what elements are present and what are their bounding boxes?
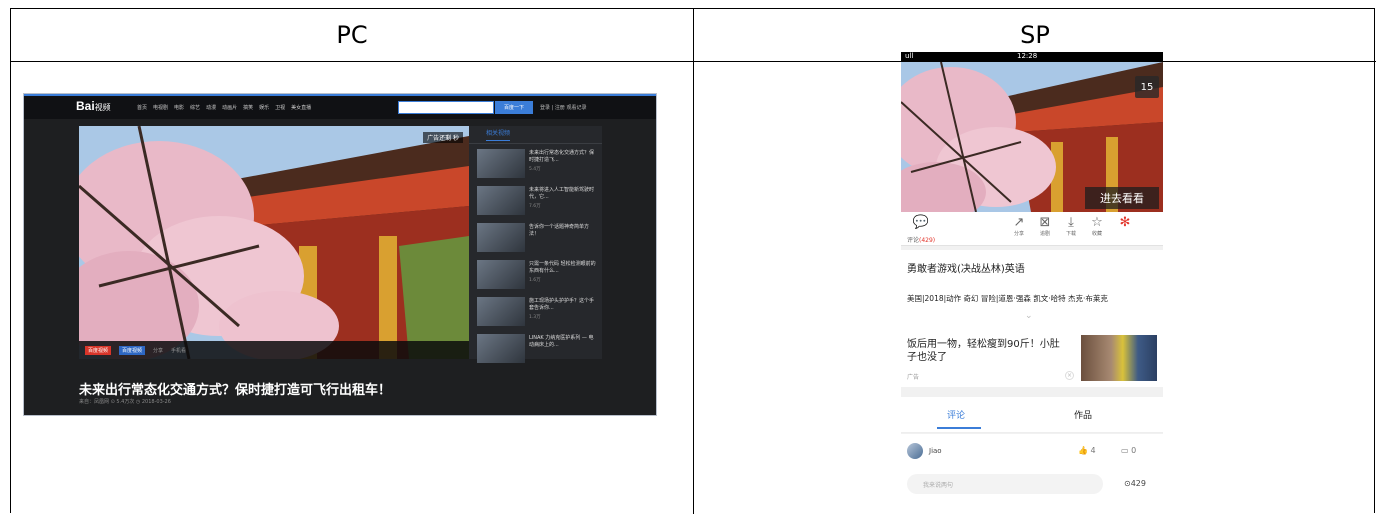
status-time: 12:28 — [1017, 52, 1038, 60]
search-input[interactable] — [398, 101, 494, 114]
download-action[interactable]: ⤓ 下载 — [1057, 215, 1085, 237]
related-item[interactable]: 未来出行常态化交通方式？保时捷打造飞... 5.4万 — [469, 146, 602, 181]
show-title: 勇敢者游戏(决战丛林)英语 — [907, 264, 1025, 275]
reply-button[interactable]: ▭ 0 — [1121, 446, 1136, 455]
tab-related[interactable]: 相关视频 — [486, 128, 511, 141]
related-title: 只需一条代码 轻松检测眼前的东西有什么... — [529, 261, 596, 274]
star-icon: ☆ — [1091, 215, 1103, 230]
nav-item[interactable]: 动漫 — [206, 104, 216, 111]
related-title: LINAK 力纳克医护系列 — 电动病床上的... — [529, 335, 594, 348]
comment-input[interactable]: 我来说两句 — [907, 474, 1103, 494]
channel-badge-2[interactable]: 百度视频 — [119, 345, 146, 355]
baidu-logo[interactable]: Bai视频 — [76, 99, 111, 113]
nav-item[interactable]: 综艺 — [190, 104, 200, 111]
nav-item[interactable]: 首页 — [137, 104, 147, 111]
video-player[interactable]: 广告还剩 秒 百度视频 百度视频 分享 手机看 — [79, 126, 469, 359]
user-links[interactable]: 登录 | 注册 观看记录 — [540, 104, 586, 111]
share-action[interactable]: ↗ 分享 — [1005, 215, 1033, 237]
video-thumbnail — [477, 297, 525, 326]
comment-username[interactable]: Jiao — [929, 447, 942, 455]
video-thumbnail — [477, 334, 525, 363]
player-controls: 百度视频 百度视频 分享 手机看 — [79, 341, 469, 359]
comment-action[interactable]: 💬 — [907, 215, 935, 230]
nav-item[interactable]: 搞笑 — [243, 104, 253, 111]
nav-item[interactable]: 卫视 — [275, 104, 285, 111]
nav-item[interactable]: 动画片 — [222, 104, 237, 111]
header-pc: PC — [336, 21, 368, 49]
pinwheel-action[interactable]: ✻ — [1111, 215, 1139, 230]
pc-nav: 首页 电视剧 电影 综艺 动漫 动画片 搞笑 娱乐 卫视 美女直播 — [137, 104, 311, 111]
related-title: 未来出行常态化交通方式？保时捷打造飞... — [529, 150, 595, 163]
tab-comments[interactable]: 评论 — [947, 408, 965, 421]
video-thumbnail — [477, 260, 525, 289]
related-title: 施工现场护头护护手？这个手套告诉你... — [529, 298, 595, 311]
related-meta: 1.3万 — [529, 315, 541, 320]
video-thumbnail — [477, 186, 525, 215]
show-meta: 美国|2018|动作 奇幻 冒险|道恩·强森 凯文·哈特 杰克·布莱克 — [907, 294, 1108, 303]
reply-icon: ▭ — [1121, 446, 1129, 455]
follow-icon: ⊠ — [1039, 215, 1051, 230]
ad-card[interactable]: 饭后用一物，轻松瘦到90斤！小肚子也没了 广告 × — [901, 329, 1163, 387]
enter-button[interactable]: 进去看看 — [1085, 187, 1159, 209]
sp-video-player[interactable]: 15 进去看看 — [901, 62, 1163, 212]
related-meta: 5.4万 — [529, 167, 541, 172]
comment-section: Jiao 👍 4 ▭ 0 我来说两句 ⊙429 — [901, 434, 1163, 505]
favorite-action[interactable]: ☆ 收藏 — [1083, 215, 1111, 237]
thumbs-up-icon: 👍 — [1078, 446, 1088, 455]
video-meta: 来自：凤凰网 ⊙ 5.4万次 ◷ 2018-03-26 — [79, 399, 171, 405]
video-thumbnail — [477, 223, 525, 252]
ad-countdown: 15 — [1135, 76, 1159, 98]
channel-badge[interactable]: 百度视频 — [85, 345, 112, 355]
sp-screenshot: ull 12:28 15 进去看看 💬 评论(429) ↗ 分享 ⊠ 追剧 ⤓ … — [901, 52, 1163, 505]
related-title: 告诉你一个话题神奇简单方法！ — [529, 224, 590, 237]
tab-bar: 评论 作品 — [901, 397, 1163, 433]
chevron-down-icon[interactable]: ⌄ — [1025, 311, 1033, 321]
related-meta: 1.6万 — [529, 278, 541, 283]
pc-screenshot: Bai视频 首页 电视剧 电影 综艺 动漫 动画片 搞笑 娱乐 卫视 美女直播 … — [23, 93, 657, 416]
download-icon: ⤓ — [1068, 215, 1074, 230]
follow-action[interactable]: ⊠ 追剧 — [1031, 215, 1059, 237]
cherry-blossom-temple-image — [79, 126, 469, 359]
pc-top-bar: Bai视频 首页 电视剧 电影 综艺 动漫 动画片 搞笑 娱乐 卫视 美女直播 … — [24, 94, 656, 119]
phone-watch-button[interactable]: 手机看 — [171, 347, 186, 354]
related-tab-bar: 相关视频 — [469, 126, 602, 144]
nav-item[interactable]: 电视剧 — [153, 104, 168, 111]
video-title: 未来出行常态化交通方式？保时捷打造可飞行出租车！ — [79, 382, 392, 397]
comment-count-label: 评论(429) — [907, 237, 936, 244]
nav-item[interactable]: 美女直播 — [291, 104, 311, 111]
nav-item[interactable]: 娱乐 — [259, 104, 269, 111]
related-item[interactable]: 未来将进入人工智能新驾驶时代，它... 7.6万 — [469, 183, 602, 218]
ad-text: 饭后用一物，轻松瘦到90斤！小肚子也没了 — [907, 339, 1060, 363]
related-title: 未来将进入人工智能新驾驶时代，它... — [529, 187, 595, 200]
related-sidebar: 相关视频 未来出行常态化交通方式？保时捷打造飞... 5.4万 未来将进入人工智… — [469, 126, 602, 363]
action-bar: 💬 评论(429) ↗ 分享 ⊠ 追剧 ⤓ 下载 ☆ 收藏 ✻ — [901, 212, 1163, 246]
related-item[interactable]: 施工现场护头护护手？这个手套告诉你... 1.3万 — [469, 294, 602, 329]
comment-icon: 💬 — [912, 215, 930, 230]
ad-countdown: 广告还剩 秒 — [423, 132, 463, 143]
related-item[interactable]: 只需一条代码 轻松检测眼前的东西有什么... 1.6万 — [469, 257, 602, 292]
like-button[interactable]: 👍 4 — [1078, 446, 1096, 455]
related-item[interactable]: 告诉你一个话题神奇简单方法！ — [469, 220, 602, 255]
avatar[interactable] — [907, 443, 923, 459]
nav-item[interactable]: 电影 — [174, 104, 184, 111]
ad-tag: 广告 — [907, 374, 920, 381]
video-thumbnail — [477, 149, 525, 178]
related-item[interactable]: LINAK 力纳克医护系列 — 电动病床上的... — [469, 331, 602, 366]
pinwheel-icon: ✻ — [1119, 215, 1131, 230]
close-icon[interactable]: × — [1065, 371, 1074, 380]
status-bar: ull 12:28 — [901, 52, 1163, 62]
share-icon: ↗ — [1013, 215, 1025, 230]
ad-image — [1081, 335, 1157, 381]
related-meta: 7.6万 — [529, 204, 541, 209]
comment-icon: ⊙ — [1124, 479, 1131, 488]
signal-icon: ull — [905, 52, 914, 60]
search-button[interactable]: 百度一下 — [495, 101, 533, 114]
tab-works[interactable]: 作品 — [1074, 408, 1092, 421]
active-tab-indicator — [937, 427, 981, 429]
share-button[interactable]: 分享 — [153, 347, 163, 354]
comment-total[interactable]: ⊙429 — [1124, 479, 1146, 488]
column-divider — [693, 9, 694, 514]
